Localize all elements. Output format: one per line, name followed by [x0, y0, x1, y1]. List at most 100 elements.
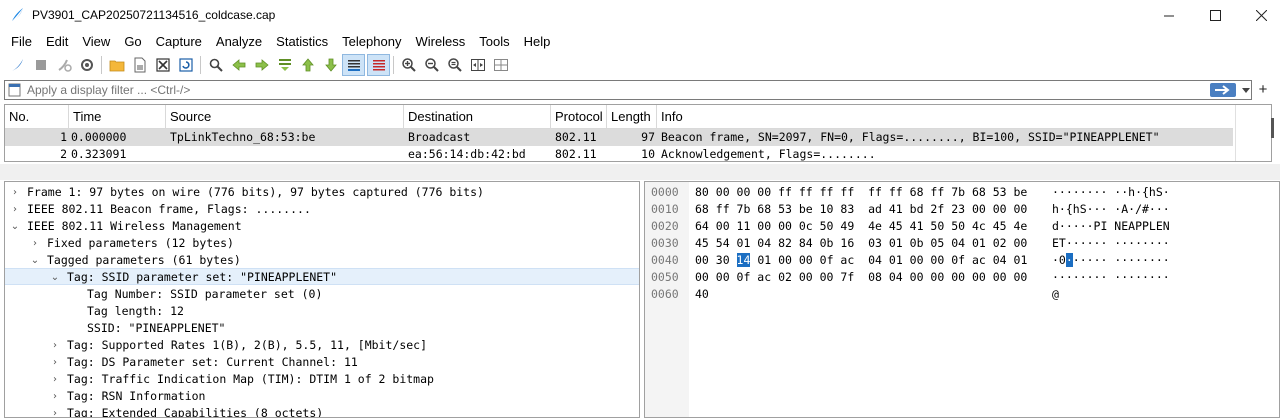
layout-button[interactable]	[489, 54, 512, 76]
chevron-down-icon[interactable]: ⌄	[29, 252, 41, 269]
packet-details-tree: › Frame 1: 97 bytes on wire (776 bits), …	[4, 181, 640, 418]
resize-columns-button[interactable]	[466, 54, 489, 76]
column-header-no[interactable]: No.	[5, 105, 69, 129]
menu-statistics[interactable]: Statistics	[269, 32, 335, 52]
byte-offset: 0010	[651, 202, 679, 216]
tree-item-label: Tag: Supported Rates 1(B), 2(B), 5.5, 11…	[67, 338, 428, 352]
start-capture-button[interactable]	[6, 54, 29, 76]
tree-item-frame[interactable]: › Frame 1: 97 bytes on wire (776 bits), …	[5, 184, 639, 201]
byte-row[interactable]: 0060 40 @	[645, 286, 1059, 303]
autoscroll-button[interactable]	[342, 54, 365, 76]
save-file-button[interactable]	[128, 54, 151, 76]
colorize-icon	[372, 60, 385, 71]
column-header-protocol[interactable]: Protocol	[551, 105, 607, 129]
go-back-button[interactable]	[227, 54, 250, 76]
byte-row[interactable]: 0050 00 00 0f ac 02 00 00 7f 08 04 00 00…	[645, 269, 1170, 286]
chevron-down-icon[interactable]: ⌄	[9, 218, 21, 235]
zoom-out-button[interactable]	[420, 54, 443, 76]
minimize-button[interactable]	[1146, 0, 1192, 30]
reload-file-button[interactable]	[174, 54, 197, 76]
packet-row[interactable]: 1 0.000000 TpLinkTechno_68:53:be Broadca…	[5, 129, 1233, 146]
column-header-destination[interactable]: Destination	[404, 105, 551, 129]
tree-item-label: Frame 1: 97 bytes on wire (776 bits), 97…	[27, 185, 484, 199]
add-filter-button[interactable]: +	[1256, 80, 1270, 100]
restart-capture-button[interactable]	[52, 54, 75, 76]
packet-row[interactable]: 2 0.323091 ea:56:14:db:42:bd 802.11 10 A…	[5, 146, 1233, 161]
pane-splitter[interactable]	[0, 164, 1280, 180]
chevron-down-icon	[1242, 87, 1250, 93]
menu-telephony[interactable]: Telephony	[335, 32, 408, 52]
filter-history-dropdown[interactable]	[1241, 82, 1251, 98]
capture-options-button[interactable]	[75, 54, 98, 76]
menu-wireless[interactable]: Wireless	[408, 32, 472, 52]
chevron-down-icon[interactable]: ⌄	[49, 269, 61, 286]
tree-item-ext-capabilities[interactable]: › Tag: Extended Capabilities (8 octets)	[5, 405, 639, 417]
packet-minimap[interactable]	[1235, 105, 1271, 161]
tree-item-tagged-params[interactable]: ⌄ Tagged parameters (61 bytes)	[5, 252, 639, 269]
chevron-right-icon[interactable]: ›	[49, 337, 61, 354]
tree-item-tag-number[interactable]: Tag Number: SSID parameter set (0)	[5, 286, 639, 303]
chevron-right-icon[interactable]: ›	[49, 354, 61, 371]
byte-row[interactable]: 0010 68 ff 7b 68 53 be 10 83 ad 41 bd 2f…	[645, 201, 1170, 218]
column-header-length[interactable]: Length	[607, 105, 657, 129]
maximize-icon	[1209, 9, 1221, 21]
arrow-down-icon	[324, 58, 337, 72]
resize-columns-icon	[470, 59, 485, 71]
tree-item-ds-param[interactable]: › Tag: DS Parameter set: Current Channel…	[5, 354, 639, 371]
close-icon	[1255, 9, 1267, 21]
column-header-time[interactable]: Time	[69, 105, 166, 129]
tree-item-tim[interactable]: › Tag: Traffic Indication Map (TIM): DTI…	[5, 371, 639, 388]
menu-view[interactable]: View	[75, 32, 117, 52]
tree-item-fixed-params[interactable]: › Fixed parameters (12 bytes)	[5, 235, 639, 252]
menu-capture[interactable]: Capture	[149, 32, 209, 52]
chevron-right-icon[interactable]: ›	[49, 371, 61, 388]
go-forward-button[interactable]	[250, 54, 273, 76]
menu-go[interactable]: Go	[117, 32, 148, 52]
byte-row[interactable]: 0030 45 54 01 04 82 84 0b 16 03 01 0b 05…	[645, 235, 1170, 252]
menu-help[interactable]: Help	[517, 32, 558, 52]
arrow-right-icon	[1215, 85, 1230, 95]
tree-item-wireless-mgmt[interactable]: ⌄ IEEE 802.11 Wireless Management	[5, 218, 639, 235]
chevron-right-icon[interactable]: ›	[49, 388, 61, 405]
main-toolbar	[0, 53, 1280, 77]
zoom-reset-button[interactable]	[443, 54, 466, 76]
chevron-right-icon[interactable]: ›	[49, 405, 61, 417]
last-packet-button[interactable]	[319, 54, 342, 76]
menu-file[interactable]: File	[4, 32, 39, 52]
folder-icon	[109, 60, 124, 72]
maximize-button[interactable]	[1192, 0, 1238, 30]
horizontal-scrollbar[interactable]	[11, 161, 1231, 162]
zoom-in-button[interactable]	[397, 54, 420, 76]
chevron-right-icon[interactable]: ›	[9, 201, 21, 218]
menu-analyze[interactable]: Analyze	[209, 32, 269, 52]
tree-item-label: Tag length: 12	[87, 304, 184, 318]
byte-row[interactable]: 0000 80 00 00 00 ff ff ff ff ff ff 68 ff…	[645, 184, 1170, 201]
close-file-button[interactable]	[151, 54, 174, 76]
display-filter-input[interactable]	[27, 82, 1207, 98]
close-button[interactable]	[1238, 0, 1280, 30]
open-file-button[interactable]	[105, 54, 128, 76]
menu-edit[interactable]: Edit	[39, 32, 75, 52]
go-to-packet-button[interactable]	[273, 54, 296, 76]
tree-item-supported-rates[interactable]: › Tag: Supported Rates 1(B), 2(B), 5.5, …	[5, 337, 639, 354]
tree-item-ssid[interactable]: SSID: "PINEAPPLENET"	[5, 320, 639, 337]
find-packet-button[interactable]	[204, 54, 227, 76]
stop-capture-button[interactable]	[29, 54, 52, 76]
menu-tools[interactable]: Tools	[472, 32, 516, 52]
tree-item-beacon[interactable]: › IEEE 802.11 Beacon frame, Flags: .....…	[5, 201, 639, 218]
byte-row[interactable]: 0040 00 30 14 01 00 00 0f ac 04 01 00 00…	[645, 252, 1170, 269]
tree-item-ssid-tag[interactable]: ⌄ Tag: SSID parameter set: "PINEAPPLENET…	[5, 268, 639, 285]
apply-filter-button[interactable]	[1210, 83, 1236, 97]
byte-row[interactable]: 0020 64 00 11 00 00 0c 50 49 4e 45 41 50…	[645, 218, 1170, 235]
column-header-info[interactable]: Info	[657, 105, 1233, 129]
tree-item-tag-length[interactable]: Tag length: 12	[5, 303, 639, 320]
chevron-right-icon[interactable]: ›	[29, 235, 41, 252]
minimize-icon	[1163, 15, 1174, 16]
vertical-scrollbar[interactable]	[1271, 118, 1274, 138]
colorize-button[interactable]	[367, 54, 390, 76]
chevron-right-icon[interactable]: ›	[9, 184, 21, 201]
tree-item-rsn[interactable]: › Tag: RSN Information	[5, 388, 639, 405]
column-header-source[interactable]: Source	[166, 105, 404, 129]
first-packet-button[interactable]	[296, 54, 319, 76]
bookmark-icon[interactable]	[7, 83, 23, 97]
